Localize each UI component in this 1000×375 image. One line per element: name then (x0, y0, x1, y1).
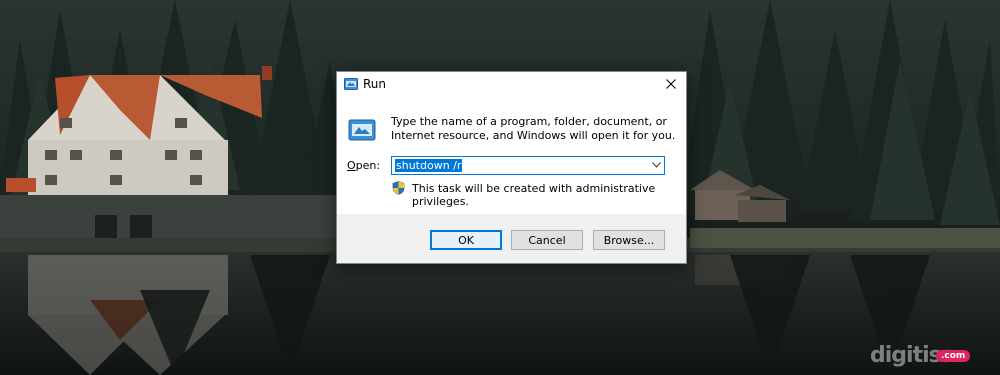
browse-button[interactable]: Browse... (593, 230, 665, 250)
close-icon (666, 79, 676, 89)
open-label: Open: (347, 159, 380, 172)
button-bar: OK Cancel Browse... (337, 214, 686, 263)
open-label-text: pen: (355, 159, 381, 172)
dialog-body: Type the name of a program, folder, docu… (337, 98, 686, 214)
site-watermark: digitisa .com (870, 343, 990, 369)
open-input-value[interactable]: shutdown /r (395, 159, 463, 172)
dialog-description: Type the name of a program, folder, docu… (391, 115, 676, 142)
run-dialog: Run Type the name of a program, folder, … (336, 71, 687, 264)
open-label-mnemonic: O (347, 159, 356, 172)
open-combobox[interactable]: shutdown /r (391, 156, 665, 175)
uac-shield-icon (392, 181, 405, 195)
chevron-down-icon[interactable] (652, 162, 661, 168)
close-button[interactable] (656, 72, 686, 96)
title-bar[interactable]: Run (337, 72, 686, 98)
run-icon (344, 78, 358, 90)
window-title: Run (363, 77, 387, 91)
cancel-button[interactable]: Cancel (511, 230, 583, 250)
watermark-suffix: .com (936, 350, 971, 362)
ok-button[interactable]: OK (430, 230, 502, 250)
run-icon (348, 119, 376, 141)
admin-privileges-note: This task will be created with administr… (412, 182, 656, 208)
